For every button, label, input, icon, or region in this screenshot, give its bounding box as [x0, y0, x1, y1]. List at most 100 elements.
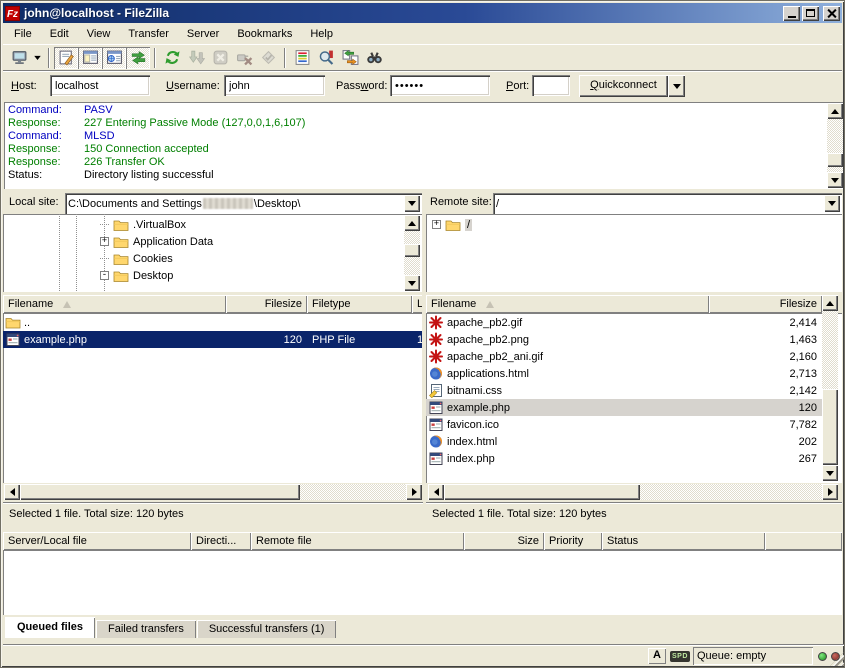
- css-file-icon: [428, 383, 444, 398]
- queue-size-status: Queue: empty: [693, 647, 813, 665]
- scroll-right-button[interactable]: [406, 484, 422, 500]
- toggle-transfer-queue-button[interactable]: [126, 47, 150, 69]
- remote-file-row[interactable]: favicon.ico7,782: [426, 416, 822, 433]
- queue-column-header-directi[interactable]: Directi...: [191, 532, 251, 550]
- menu-help[interactable]: Help: [301, 25, 342, 43]
- local-tree-vertical-scrollbar[interactable]: [404, 215, 420, 291]
- menu-view[interactable]: View: [78, 25, 120, 43]
- toggle-remote-tree-button[interactable]: [102, 47, 126, 69]
- menu-bookmarks[interactable]: Bookmarks: [228, 25, 301, 43]
- local-tree-item[interactable]: -Desktop: [100, 267, 402, 284]
- remote-site-combobox[interactable]: /: [493, 193, 842, 214]
- scroll-up-button[interactable]: [822, 295, 838, 311]
- synchronized-browsing-button[interactable]: [338, 47, 362, 69]
- host-input[interactable]: [50, 75, 150, 96]
- scrollbar-thumb[interactable]: [827, 153, 843, 167]
- scroll-left-button[interactable]: [428, 484, 444, 500]
- local-tree-item[interactable]: .VirtualBox: [100, 216, 402, 233]
- tab-successful-transfers-1[interactable]: Successful transfers (1): [197, 620, 337, 638]
- remote-file-row[interactable]: bitnami.css2,142: [426, 382, 822, 399]
- remote-file-row[interactable]: apache_pb2_ani.gif2,160: [426, 348, 822, 365]
- menu-edit[interactable]: Edit: [41, 25, 78, 43]
- local-tree-item[interactable]: +Application Data: [100, 233, 402, 250]
- disconnect-button[interactable]: [232, 47, 256, 69]
- remote-file-row[interactable]: apache_pb2.png1,463: [426, 331, 822, 348]
- log-type-label: Status:: [8, 169, 84, 182]
- tab-queued-files[interactable]: Queued files: [5, 617, 95, 638]
- local-file-row[interactable]: example.php120PHP File1: [3, 331, 422, 348]
- queue-column-header-server-local-file[interactable]: Server/Local file: [3, 532, 191, 550]
- local-column-header-filename[interactable]: Filename: [3, 295, 226, 313]
- maximize-button[interactable]: [802, 6, 819, 21]
- local-column-header-filesize[interactable]: Filesize: [226, 295, 307, 313]
- scrollbar-thumb[interactable]: [404, 244, 420, 257]
- local-file-row[interactable]: ..: [3, 314, 422, 331]
- local-site-combobox[interactable]: C:\Documents and Settings\Desktop\: [65, 193, 422, 214]
- reconnect-button[interactable]: [256, 47, 280, 69]
- queue-column-header-status[interactable]: Status: [602, 532, 765, 550]
- process-queue-button[interactable]: [184, 47, 208, 69]
- toggle-message-log-button[interactable]: [54, 47, 78, 69]
- queue-column-header-size[interactable]: Size: [464, 532, 544, 550]
- tree-expander-plus-icon[interactable]: +: [432, 220, 441, 229]
- file-name: applications.html: [447, 368, 529, 380]
- scroll-left-button[interactable]: [4, 484, 20, 500]
- site-manager-button[interactable]: [7, 47, 31, 69]
- find-files-button[interactable]: [362, 47, 386, 69]
- remote-file-row[interactable]: example.php120: [426, 399, 822, 416]
- local-column-header-l[interactable]: L: [412, 295, 422, 313]
- site-manager-dropdown-button[interactable]: [31, 47, 44, 69]
- remote-file-row[interactable]: applications.html2,713: [426, 365, 822, 382]
- local-tree-item[interactable]: Cookies: [100, 250, 402, 267]
- menu-transfer[interactable]: Transfer: [119, 25, 178, 43]
- file-size: 2,414: [709, 317, 822, 329]
- scrollbar-thumb[interactable]: [20, 484, 300, 500]
- quickconnect-button[interactable]: Quickconnect: [579, 75, 668, 97]
- filter-button[interactable]: [290, 47, 314, 69]
- queue-column-header-priority[interactable]: Priority: [544, 532, 602, 550]
- scroll-down-button[interactable]: [827, 172, 843, 188]
- scroll-up-button[interactable]: [827, 103, 843, 119]
- scroll-up-button[interactable]: [404, 215, 420, 231]
- file-name: example.php: [24, 334, 87, 346]
- log-vertical-scrollbar[interactable]: [827, 103, 843, 188]
- remote-file-row[interactable]: apache_pb2.gif2,414: [426, 314, 822, 331]
- close-button[interactable]: [823, 6, 840, 21]
- username-input[interactable]: [224, 75, 325, 96]
- toolbar-separator: [154, 48, 156, 68]
- scrollbar-thumb[interactable]: [822, 389, 838, 465]
- scroll-right-button[interactable]: [822, 484, 838, 500]
- remote-column-header-filesize[interactable]: Filesize: [709, 295, 822, 313]
- file-size: 1,463: [709, 334, 822, 346]
- port-input[interactable]: [532, 75, 570, 96]
- remote-file-row[interactable]: index.html202: [426, 433, 822, 450]
- queue-column-header-blank[interactable]: [765, 532, 842, 550]
- remote-list-vertical-scrollbar[interactable]: [822, 295, 838, 481]
- password-input[interactable]: [390, 75, 490, 96]
- local-horizontal-scrollbar[interactable]: [4, 484, 422, 500]
- menu-server[interactable]: Server: [178, 25, 228, 43]
- tree-expander-minus-icon[interactable]: -: [100, 271, 109, 280]
- remote-tree-item[interactable]: +/: [432, 216, 840, 233]
- scroll-down-button[interactable]: [404, 275, 420, 291]
- remote-site-dropdown-button[interactable]: [824, 195, 840, 212]
- menu-file[interactable]: File: [5, 25, 41, 43]
- scrollbar-thumb[interactable]: [444, 484, 640, 500]
- remote-file-row[interactable]: index.php267: [426, 450, 822, 467]
- refresh-button[interactable]: [160, 47, 184, 69]
- quickconnect-dropdown-button[interactable]: [668, 75, 685, 97]
- minimize-button[interactable]: [783, 6, 800, 21]
- queue-column-header-remote-file[interactable]: Remote file: [251, 532, 464, 550]
- remote-horizontal-scrollbar[interactable]: [428, 484, 838, 500]
- local-site-label: Local site:: [9, 196, 59, 208]
- local-site-dropdown-button[interactable]: [404, 195, 420, 212]
- cancel-operation-button[interactable]: [208, 47, 232, 69]
- local-column-header-filetype[interactable]: Filetype: [307, 295, 412, 313]
- tree-expander-plus-icon[interactable]: +: [100, 237, 109, 246]
- tab-failed-transfers[interactable]: Failed transfers: [96, 620, 196, 638]
- directory-comparison-button[interactable]: [314, 47, 338, 69]
- remote-column-header-filename[interactable]: Filename: [426, 295, 709, 313]
- file-name: index.php: [447, 453, 495, 465]
- scroll-down-button[interactable]: [822, 465, 838, 481]
- toggle-local-tree-button[interactable]: [78, 47, 102, 69]
